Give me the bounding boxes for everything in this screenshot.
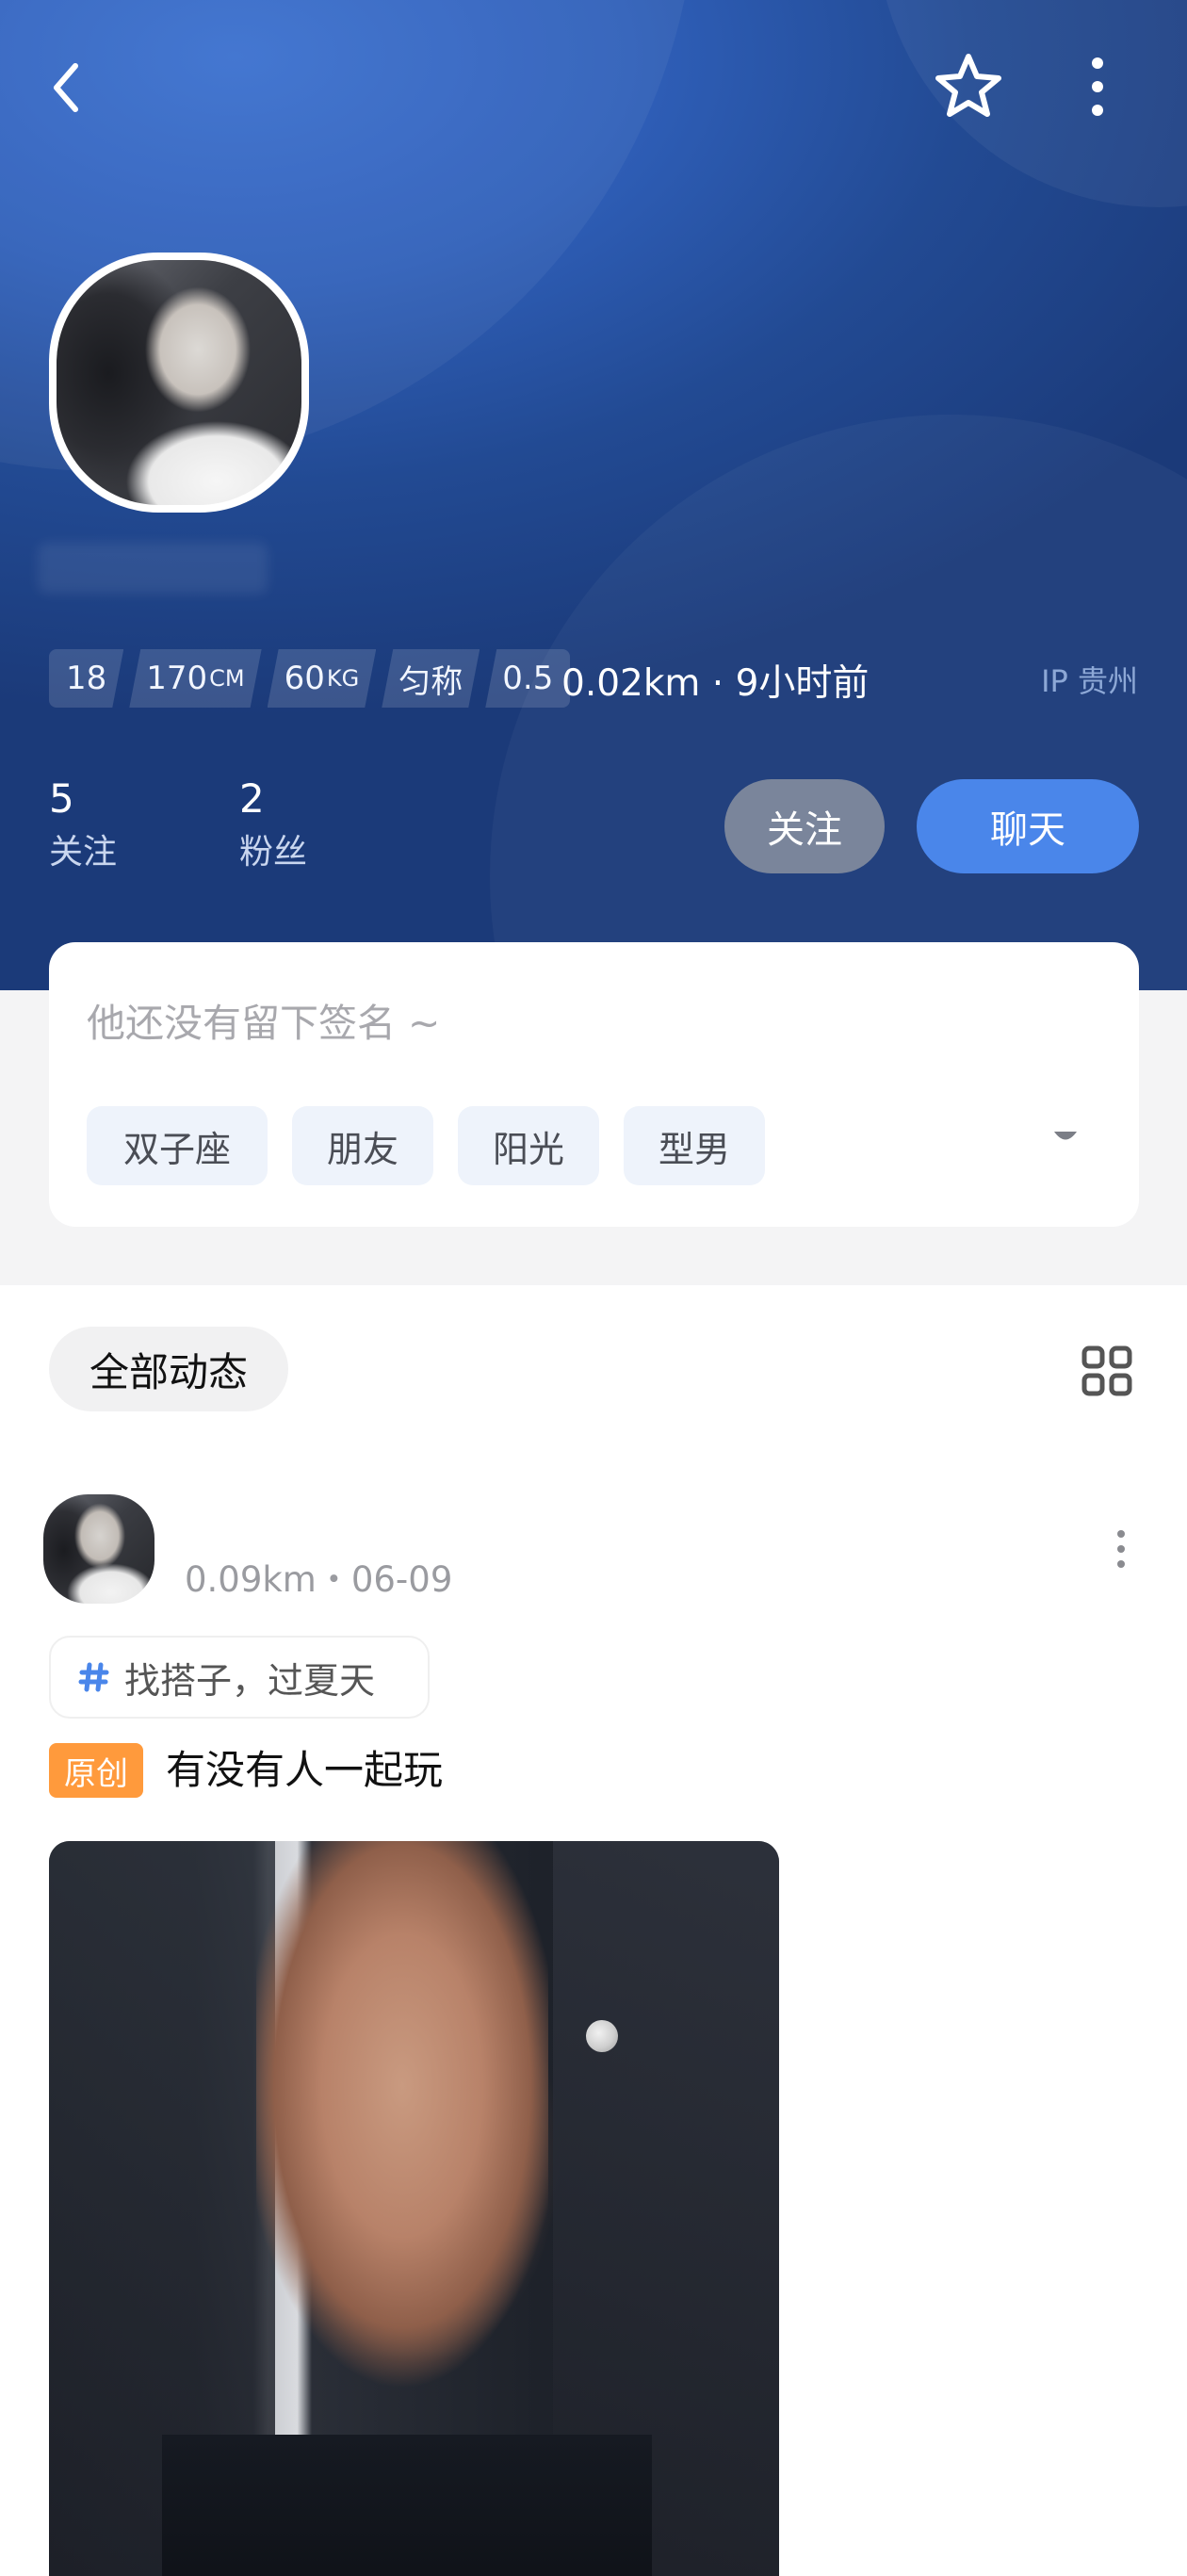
more-vertical-icon: [1117, 1530, 1125, 1568]
followers-count[interactable]: 2 粉丝: [239, 776, 307, 876]
role-value: 0.5: [502, 660, 554, 697]
following-count[interactable]: 5 关注: [49, 776, 117, 876]
weight-chip: 60 KG: [268, 649, 377, 708]
header-decoration: [876, 0, 1187, 207]
interest-tags: 双子座 朋友 阳光 型男: [87, 1106, 789, 1185]
caret-down-icon: [1054, 1132, 1077, 1140]
more-options-button[interactable]: [1083, 55, 1112, 119]
image-region: [162, 2435, 652, 2576]
age-chip: 18: [49, 649, 123, 708]
signature-card: 他还没有留下签名 ~ 双子座 朋友 阳光 型男: [49, 942, 1139, 1227]
height-unit: CM: [209, 665, 245, 692]
followers-label: 粉丝: [239, 833, 308, 872]
height-value: 170: [146, 660, 208, 697]
tag-item[interactable]: 型男: [624, 1106, 765, 1185]
star-outline-icon: [935, 54, 1001, 117]
height-chip: 170 CM: [129, 649, 261, 708]
post-image[interactable]: [49, 1841, 779, 2576]
following-number: 5: [49, 775, 74, 822]
post-author-avatar[interactable]: [43, 1494, 154, 1604]
profile-stats-row: 18 170 CM 60 KG 匀称 0.5: [49, 649, 576, 708]
tag-item[interactable]: 阳光: [458, 1106, 599, 1185]
chat-button[interactable]: 聊天: [917, 779, 1139, 873]
profile-avatar[interactable]: [49, 253, 309, 513]
post-meta: 0.09km・06-09: [185, 1559, 453, 1600]
ip-location: IP 贵州: [1041, 663, 1138, 699]
grid-view-button[interactable]: [1081, 1345, 1132, 1396]
avatar-image: [57, 260, 301, 505]
grid-icon: [1081, 1345, 1132, 1396]
more-vertical-icon: [1092, 57, 1103, 116]
age-value: 18: [66, 660, 107, 697]
original-badge: 原创: [49, 1743, 143, 1798]
expand-tags-button[interactable]: [1052, 1129, 1079, 1148]
tag-item[interactable]: 朋友: [292, 1106, 433, 1185]
profile-header: 18 170 CM 60 KG 匀称 0.5 0.02km · 9小时前 IP …: [0, 0, 1187, 990]
followers-number: 2: [239, 775, 265, 822]
image-region: [256, 1841, 548, 2444]
hashtag-icon: [78, 1662, 109, 1692]
signature-text: 他还没有留下签名 ~: [87, 1001, 441, 1046]
feed-section: 全部动态 0.09km・06-09 找搭子，过夏天 原创 有没有人一起玩: [0, 1285, 1187, 2576]
follow-button[interactable]: 关注: [724, 779, 885, 873]
role-chip: 0.5: [485, 649, 571, 708]
topic-chip[interactable]: 找搭子，过夏天: [49, 1636, 430, 1719]
topic-label: 找搭子，过夏天: [124, 1659, 376, 1702]
body-type-value: 匀称: [398, 662, 463, 701]
following-label: 关注: [49, 833, 118, 872]
favorite-button[interactable]: [933, 51, 1004, 122]
tag-item[interactable]: 双子座: [87, 1106, 268, 1185]
weight-unit: KG: [326, 665, 360, 692]
body-type-chip: 匀称: [382, 649, 480, 708]
distance-time: 0.02km · 9小时前: [561, 662, 870, 705]
chevron-left-icon: [54, 63, 78, 112]
back-button[interactable]: [45, 58, 89, 117]
feed-filter-all[interactable]: 全部动态: [49, 1327, 288, 1411]
image-region: [586, 2020, 618, 2052]
post-title[interactable]: 有没有人一起玩: [166, 1743, 443, 1798]
post-more-button[interactable]: [1115, 1528, 1127, 1570]
username-redacted: [38, 543, 268, 594]
weight-value: 60: [284, 660, 325, 697]
